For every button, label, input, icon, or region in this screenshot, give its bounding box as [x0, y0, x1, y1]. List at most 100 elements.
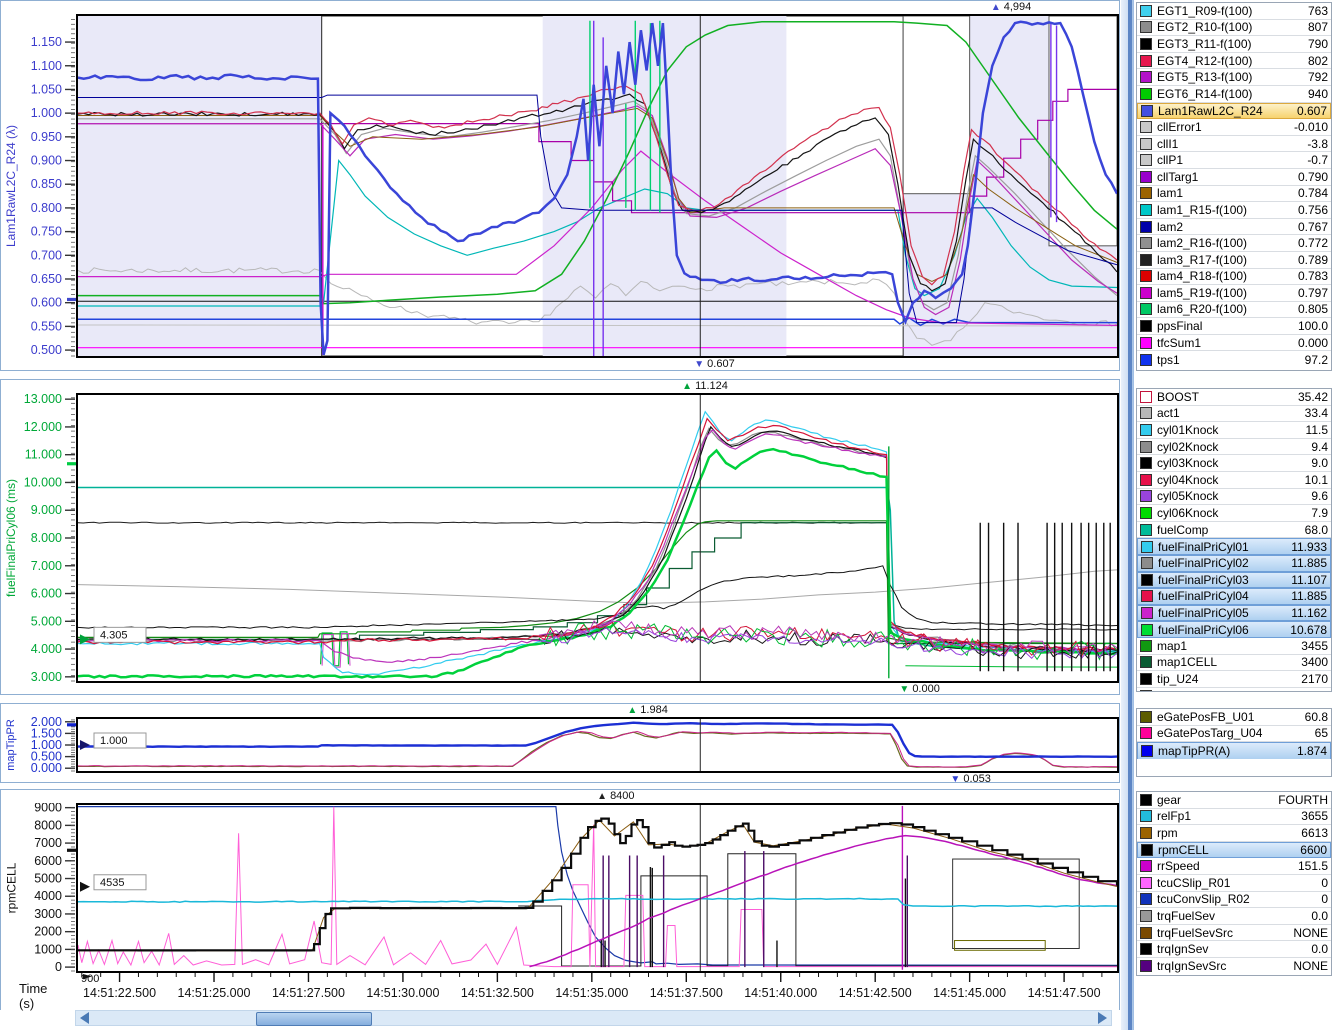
chart-panel-fuel: ▲11.124 fuelFinalPriCyl06 (ms) 3.0004.00… — [0, 379, 1120, 695]
param-name: trqFuelSevSrc — [1157, 926, 1289, 940]
legend-row-rpm[interactable]: rpm6613 — [1137, 825, 1331, 842]
legend-row-fuelComp[interactable]: fuelComp68.0 — [1137, 522, 1331, 539]
legend-row-map1CELL[interactable]: map1CELL3400 — [1137, 655, 1331, 672]
color-chip — [1140, 337, 1152, 349]
chart2-plot-area[interactable]: 4.305 — [76, 393, 1119, 683]
scroll-right-arrow[interactable] — [1098, 1012, 1107, 1024]
legend-row-lam2_R16-f(100)[interactable]: lam2_R16-f(100)0.772 — [1137, 235, 1331, 252]
legend-row-fuelFinalPriCyl05[interactable]: fuelFinalPriCyl0511.162 — [1137, 605, 1331, 622]
legend-row-BOOST[interactable]: BOOST35.42 — [1137, 389, 1331, 406]
param-value: 807 — [1308, 20, 1328, 34]
color-chip — [1140, 690, 1152, 692]
color-chip — [1141, 745, 1153, 757]
param-value: 3400 — [1301, 655, 1328, 669]
legend-row-cyl04Knock[interactable]: cyl04Knock10.1 — [1137, 472, 1331, 489]
legend-row-EGT3_R11-f(100)[interactable]: EGT3_R11-f(100)790 — [1137, 36, 1331, 53]
legend-row-gear[interactable]: gearFOURTH — [1137, 792, 1331, 809]
legend-row-cllP1[interactable]: cllP1-0.7 — [1137, 152, 1331, 169]
color-chip — [1140, 507, 1152, 519]
legend-row-tcuConvSlip_R02[interactable]: tcuConvSlip_R020 — [1137, 892, 1331, 909]
legend-row-lam1_R15-f(100)[interactable]: lam1_R15-f(100)0.756 — [1137, 202, 1331, 219]
time-axis-svg: 14:51:22.50014:51:25.00014:51:27.50014:5… — [78, 973, 1121, 1011]
legend-row-cyl02Knock[interactable]: cyl02Knock9.4 — [1137, 439, 1331, 456]
legend-row-EGT5_R13-f(100)[interactable]: EGT5_R13-f(100)792 — [1137, 69, 1331, 86]
color-chip — [1140, 71, 1152, 83]
param-value: 792 — [1308, 70, 1328, 84]
legend-row-rpmCELL[interactable]: rpmCELL6600 — [1137, 842, 1331, 859]
color-chip — [1140, 5, 1152, 17]
color-chip — [1140, 727, 1152, 739]
color-chip — [1141, 574, 1153, 586]
legend-row-Lam1RawL2C_R24[interactable]: Lam1RawL2C_R240.607 — [1137, 103, 1331, 120]
legend-row-EGT1_R09-f(100)[interactable]: EGT1_R09-f(100)763 — [1137, 3, 1331, 20]
legend-column: EGT1_R09-f(100)763EGT2_R10-f(100)807EGT3… — [1136, 0, 1332, 1030]
chart3-plot-area[interactable]: 1.000 — [76, 717, 1119, 773]
param-name: lam4_R18-f(100) — [1157, 269, 1294, 283]
param-value: 0.607 — [1297, 104, 1327, 118]
param-value: 2170 — [1301, 672, 1328, 686]
color-chip — [1140, 711, 1152, 723]
legend-row-trqIgnSevSrc[interactable]: trqIgnSevSrcNONE — [1137, 958, 1331, 975]
horizontal-scrollbar[interactable] — [75, 1010, 1112, 1026]
param-name: lam1 — [1157, 186, 1294, 200]
legend-row-lam1[interactable]: lam10.784 — [1137, 186, 1331, 203]
scroll-left-arrow[interactable] — [80, 1012, 89, 1024]
legend-row-rrSpeed[interactable]: rrSpeed151.5 — [1137, 858, 1331, 875]
legend-row-tfcSum1[interactable]: tfcSum10.000 — [1137, 335, 1331, 352]
legend-row-cyl05Knock[interactable]: cyl05Knock9.6 — [1137, 489, 1331, 506]
svg-text:14:51:25.000: 14:51:25.000 — [178, 986, 251, 1000]
legend-row-clipped[interactable] — [1137, 688, 1331, 692]
svg-text:1.150: 1.150 — [31, 35, 62, 49]
legend-row-lam3_R17-f(100)[interactable]: lam3_R17-f(100)0.789 — [1137, 252, 1331, 269]
legend-row-EGT4_R12-f(100)[interactable]: EGT4_R12-f(100)802 — [1137, 53, 1331, 70]
svg-text:11.000: 11.000 — [25, 448, 62, 462]
legend-row-eGatePosTarg_U04[interactable]: eGatePosTarg_U0465 — [1137, 726, 1331, 743]
legend-row-cyl06Knock[interactable]: cyl06Knock7.9 — [1137, 505, 1331, 522]
legend-row-tps1[interactable]: tps197.2 — [1137, 351, 1331, 368]
svg-text:0.700: 0.700 — [31, 248, 62, 262]
legend-row-trqFuelSev[interactable]: trqFuelSev0.0 — [1137, 908, 1331, 925]
legend-row-fuelFinalPriCyl02[interactable]: fuelFinalPriCyl0211.885 — [1137, 555, 1331, 572]
legend-row-tcuCSlip_R01[interactable]: tcuCSlip_R010 — [1137, 875, 1331, 892]
legend-row-cllI1[interactable]: cllI1-3.8 — [1137, 136, 1331, 153]
legend-row-ppsFinal[interactable]: ppsFinal100.0 — [1137, 318, 1331, 335]
vertical-splitter[interactable] — [1121, 0, 1134, 1030]
legend-row-cyl03Knock[interactable]: cyl03Knock9.0 — [1137, 455, 1331, 472]
legend-row-fuelFinalPriCyl03[interactable]: fuelFinalPriCyl0311.107 — [1137, 572, 1331, 589]
legend-row-lam6_R20-f(100)[interactable]: lam6_R20-f(100)0.805 — [1137, 302, 1331, 319]
chart4-plot-area[interactable]: 4535 — [76, 803, 1119, 973]
legend-row-relFp1[interactable]: relFp13655 — [1137, 809, 1331, 826]
svg-text:14:51:22.500: 14:51:22.500 — [83, 986, 156, 1000]
param-value: 7.9 — [1311, 506, 1328, 520]
svg-text:7.000: 7.000 — [31, 559, 62, 573]
legend-row-EGT6_R14-f(100)[interactable]: EGT6_R14-f(100)940 — [1137, 86, 1331, 103]
legend-row-fuelFinalPriCyl01[interactable]: fuelFinalPriCyl0111.933 — [1137, 538, 1331, 555]
color-chip — [1140, 391, 1152, 403]
legend-row-cyl01Knock[interactable]: cyl01Knock11.5 — [1137, 422, 1331, 439]
legend-row-lam4_R18-f(100)[interactable]: lam4_R18-f(100)0.783 — [1137, 269, 1331, 286]
color-chip — [1140, 524, 1152, 536]
legend-row-tip_U24[interactable]: tip_U24 2170 — [1137, 671, 1331, 688]
scrollbar-thumb[interactable] — [256, 1012, 373, 1026]
param-value: 10.678 — [1290, 623, 1327, 637]
legend-row-fuelFinalPriCyl06[interactable]: fuelFinalPriCyl0610.678 — [1137, 621, 1331, 638]
legend-row-act1[interactable]: act133.4 — [1137, 406, 1331, 423]
param-value: 6613 — [1301, 826, 1328, 840]
legend-row-eGatePosFB_U01[interactable]: eGatePosFB_U0160.8 — [1137, 709, 1331, 726]
legend-row-trqFuelSevSrc[interactable]: trqFuelSevSrcNONE — [1137, 925, 1331, 942]
legend-row-mapTipPR(A)[interactable]: mapTipPR(A)1.874 — [1137, 742, 1331, 759]
legend-row-cllError1[interactable]: cllError1-0.010 — [1137, 119, 1331, 136]
svg-text:1.100: 1.100 — [31, 59, 62, 73]
param-name: eGatePosFB_U01 — [1157, 710, 1301, 724]
legend-row-trqIgnSev[interactable]: trqIgnSev0.0 — [1137, 941, 1331, 958]
legend-row-lam2[interactable]: lam20.767 — [1137, 219, 1331, 236]
param-name: tip_U24 — [1157, 672, 1297, 686]
color-chip — [1140, 154, 1152, 166]
legend-row-EGT2_R10-f(100)[interactable]: EGT2_R10-f(100)807 — [1137, 20, 1331, 37]
legend-row-fuelFinalPriCyl04[interactable]: fuelFinalPriCyl0411.885 — [1137, 588, 1331, 605]
chart1-plot-area[interactable] — [76, 14, 1119, 358]
legend-row-lam5_R19-f(100)[interactable]: lam5_R19-f(100)0.797 — [1137, 285, 1331, 302]
legend-row-map1[interactable]: map13455 — [1137, 638, 1331, 655]
svg-text:13.000: 13.000 — [24, 393, 62, 406]
legend-row-cllTarg1[interactable]: cllTarg10.790 — [1137, 169, 1331, 186]
